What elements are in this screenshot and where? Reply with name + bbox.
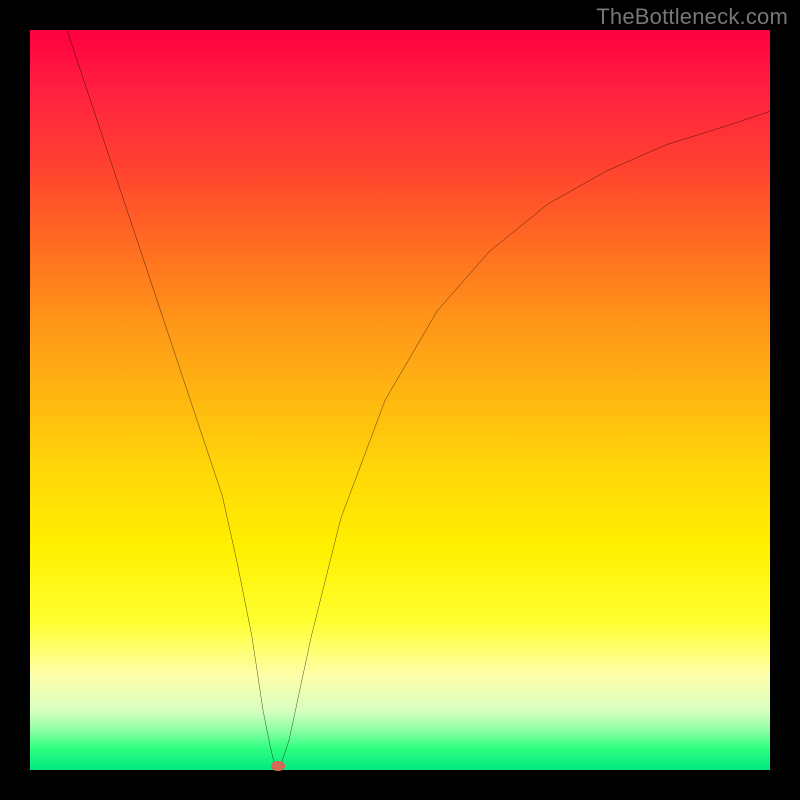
- optimal-point-marker: [271, 761, 285, 771]
- chart-frame: TheBottleneck.com: [0, 0, 800, 800]
- bottleneck-curve: [30, 30, 770, 770]
- curve-path: [67, 30, 770, 766]
- plot-area: [30, 30, 770, 770]
- watermark-text: TheBottleneck.com: [596, 4, 788, 30]
